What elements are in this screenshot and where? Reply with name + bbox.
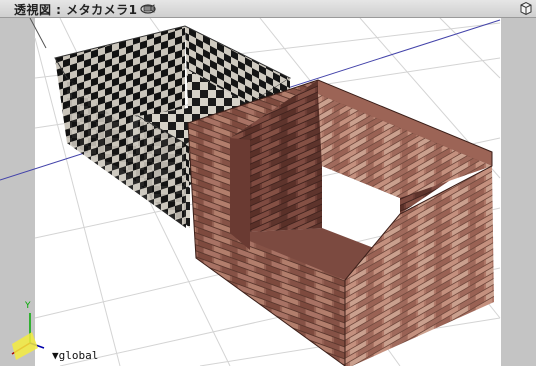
gizmo-y-label: Y bbox=[25, 301, 31, 311]
perspective-viewport[interactable]: Y ▼global bbox=[0, 18, 536, 366]
cube-options-icon[interactable] bbox=[519, 1, 533, 16]
scene-canvas bbox=[0, 18, 501, 366]
camera-rotate-icon[interactable] bbox=[139, 1, 157, 16]
coordinate-space-dropdown[interactable]: ▼global bbox=[52, 349, 98, 362]
view-title: 透視図 : メタカメラ1 bbox=[14, 3, 138, 17]
viewport-titlebar: 透視図 : メタカメラ1 bbox=[0, 0, 536, 18]
